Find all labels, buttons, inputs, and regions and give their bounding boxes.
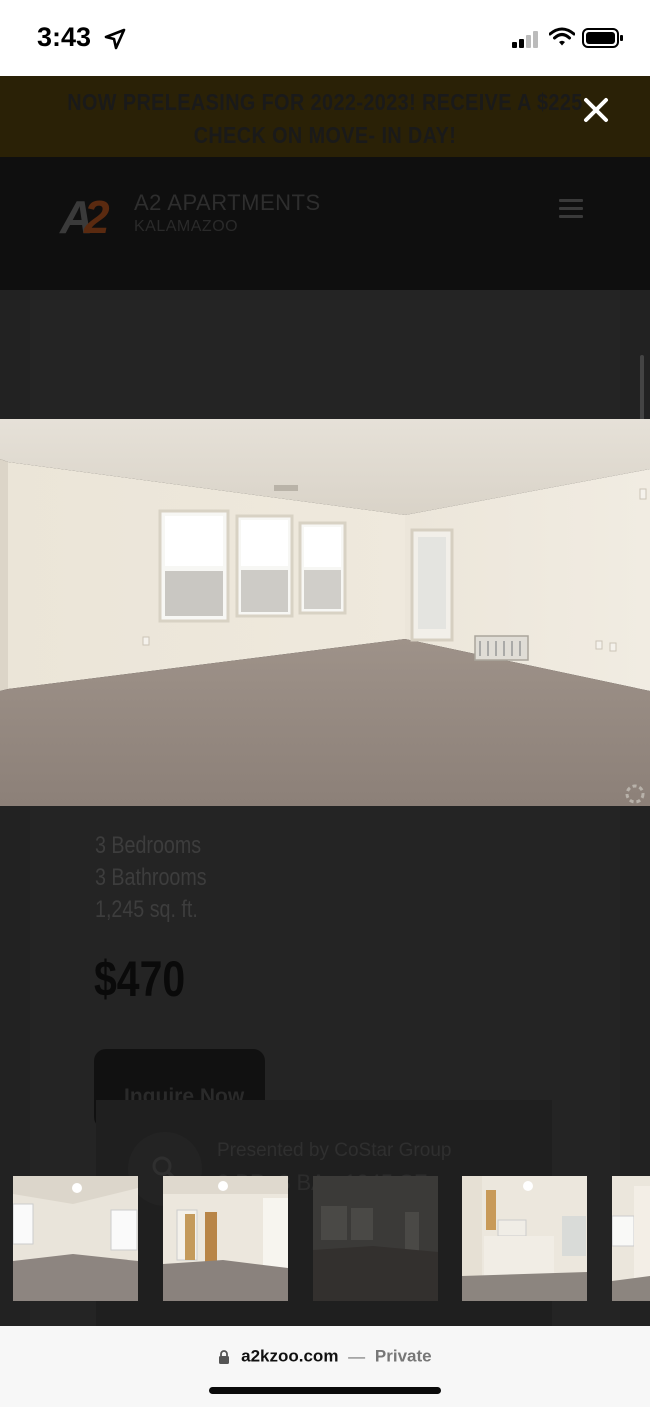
gallery-thumbnail-4[interactable] xyxy=(462,1176,587,1301)
unit-price: $470 xyxy=(94,951,186,1007)
photo-watermark-icon xyxy=(625,784,645,804)
promo-text: NOW PRELEASING FOR 2022-2023! RECEIVE A … xyxy=(67,89,583,148)
status-time: 3:43 xyxy=(37,22,92,52)
thumbnail-image xyxy=(612,1176,650,1301)
area-text: 1,245 sq. ft. xyxy=(95,896,198,923)
thumbnail-image xyxy=(313,1176,438,1301)
battery-icon xyxy=(582,28,623,48)
url-separator: — xyxy=(348,1346,366,1366)
cellular-signal-icon xyxy=(512,31,538,48)
home-indicator[interactable] xyxy=(209,1387,441,1394)
address-bar[interactable]: a2kzoo.com — Private xyxy=(0,1346,650,1367)
bathrooms-text: 3 Bathrooms xyxy=(95,864,207,891)
close-gallery-button[interactable] xyxy=(580,94,612,126)
thumbnail-image xyxy=(163,1176,288,1301)
lock-icon xyxy=(219,1350,230,1365)
gallery-thumbnail-5[interactable] xyxy=(612,1176,650,1301)
close-icon xyxy=(584,98,608,122)
wifi-icon xyxy=(549,27,575,46)
private-mode-label: Private xyxy=(374,1346,432,1366)
gallery-thumbnail-3-selected[interactable] xyxy=(313,1176,438,1301)
gallery-thumbnail-2[interactable] xyxy=(163,1176,288,1301)
logo-name: A2 APARTMENTS xyxy=(134,190,321,215)
thumbnail-image xyxy=(13,1176,138,1301)
url-domain: a2kzoo.com xyxy=(241,1346,339,1366)
logo-number-2: 2 xyxy=(84,191,110,243)
empty-room-photo xyxy=(0,419,650,806)
logo-subtitle: KALAMAZOO xyxy=(134,218,239,235)
bedrooms-text: 3 Bedrooms xyxy=(95,832,202,859)
gallery-thumbnail-1[interactable] xyxy=(13,1176,138,1301)
location-arrow-icon xyxy=(104,28,126,50)
status-bar: 3:43 xyxy=(0,0,650,76)
gallery-main-photo[interactable] xyxy=(0,419,650,806)
unit-details: 3 Bedrooms 3 Bathrooms 1,245 sq. ft. xyxy=(95,830,207,926)
site-logo[interactable]: A 2 xyxy=(60,190,118,243)
thumbnail-image xyxy=(462,1176,587,1301)
hamburger-icon xyxy=(559,199,583,202)
menu-button[interactable] xyxy=(559,199,583,221)
promo-banner: NOW PRELEASING FOR 2022-2023! RECEIVE A … xyxy=(0,76,650,157)
